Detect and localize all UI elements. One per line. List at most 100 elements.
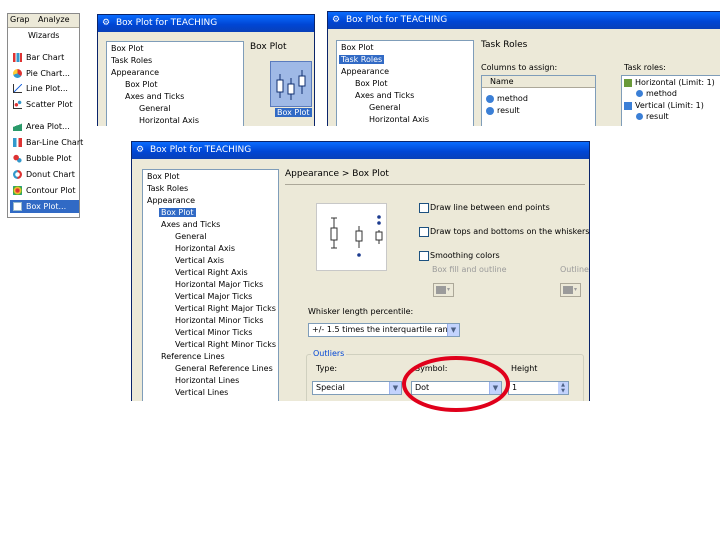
tree-item-general[interactable]: General bbox=[139, 104, 171, 114]
tree-item-appearance-box-plot[interactable]: Box Plot bbox=[125, 80, 158, 90]
outlier-height-spinner[interactable]: 1 ▲ ▼ bbox=[508, 381, 569, 395]
tree-item-appearance-box-plot[interactable]: Box Plot bbox=[355, 79, 388, 89]
color-swatch bbox=[563, 286, 573, 294]
tree-item-appearance[interactable]: Appearance bbox=[147, 196, 195, 206]
columns-to-assign-label: Columns to assign: bbox=[481, 63, 558, 72]
role-horizontal-value[interactable]: method bbox=[636, 89, 677, 98]
tree-item-box-plot[interactable]: Box Plot bbox=[111, 44, 144, 54]
menu-item-scatter-plot[interactable]: Scatter Plot bbox=[13, 100, 72, 110]
tree-item-appearance-box-plot[interactable]: Box Plot bbox=[159, 208, 196, 218]
tree-item-task-roles[interactable]: Task Roles bbox=[111, 56, 152, 66]
draw-tops-label: Draw tops and bottoms on the whiskers bbox=[430, 227, 590, 236]
tree-item-vertical-minor-ticks[interactable]: Vertical Minor Ticks bbox=[175, 328, 252, 338]
box-plot-thumbnail[interactable] bbox=[270, 61, 312, 107]
task-roles-list: Horizontal (Limit: 1) method Vertical (L… bbox=[621, 75, 720, 126]
tree-item-vertical-right-major-ticks[interactable]: Vertical Right Major Ticks bbox=[175, 304, 276, 314]
tree-item-reference-lines[interactable]: Reference Lines bbox=[161, 352, 225, 362]
tree-item-appearance[interactable]: Appearance bbox=[111, 68, 159, 78]
outlier-symbol-select[interactable]: Dot ▼ bbox=[411, 381, 502, 395]
sas-app-icon: ⚙ bbox=[102, 18, 111, 28]
chevron-down-icon: ▾ bbox=[447, 286, 451, 293]
sas-app-icon: ⚙ bbox=[136, 145, 145, 155]
tree-item-general[interactable]: General bbox=[175, 232, 207, 242]
column-item-result[interactable]: result bbox=[486, 106, 520, 115]
tree-item-box-plot[interactable]: Box Plot bbox=[147, 172, 180, 182]
menu-item-wizards[interactable]: Wizards bbox=[28, 31, 59, 41]
outlier-type-select[interactable]: Special ▼ bbox=[312, 381, 402, 395]
tree-item-horizontal-lines[interactable]: Horizontal Lines bbox=[175, 376, 239, 386]
menu-tab-graph[interactable]: Grap bbox=[10, 15, 29, 24]
tree-item-axes-ticks[interactable]: Axes and Ticks bbox=[161, 220, 220, 230]
column-header-name: Name bbox=[490, 77, 514, 86]
tree-item-horizontal-axis[interactable]: Horizontal Axis bbox=[139, 116, 199, 126]
tree-item-general-reference-lines[interactable]: General Reference Lines bbox=[175, 364, 273, 374]
tree-item-appearance[interactable]: Appearance bbox=[341, 67, 389, 77]
breadcrumb-divider bbox=[285, 184, 585, 185]
tree-item-axes-ticks[interactable]: Axes and Ticks bbox=[355, 91, 414, 101]
dialog-c-title: Box Plot for TEACHING bbox=[150, 145, 252, 155]
spinner-arrows-icon: ▲ ▼ bbox=[558, 382, 568, 394]
box-plot-preview-graphic bbox=[330, 215, 383, 257]
tree-item-vertical-axis[interactable]: Vertical Axis bbox=[175, 256, 224, 266]
bar-chart-icon bbox=[13, 53, 22, 62]
tree-item-general[interactable]: General bbox=[369, 103, 401, 113]
tree-item-task-roles[interactable]: Task Roles bbox=[339, 55, 385, 65]
tree-item-box-plot[interactable]: Box Plot bbox=[341, 43, 374, 53]
dialog-a-tree: Box Plot Task Roles Appearance Box Plot … bbox=[106, 41, 244, 126]
draw-line-checkbox[interactable] bbox=[419, 203, 429, 213]
donut-chart-icon bbox=[13, 170, 22, 179]
dialog-b-tree: Box Plot Task Roles Appearance Box Plot … bbox=[336, 40, 474, 126]
box-plot-thumbnail-graphic bbox=[276, 70, 306, 100]
columns-list-header[interactable]: Name bbox=[482, 76, 595, 88]
sas-app-icon: ⚙ bbox=[332, 15, 341, 25]
dialog-a-titlebar[interactable]: ⚙ Box Plot for TEACHING bbox=[98, 15, 314, 32]
chevron-down-icon: ▼ bbox=[389, 382, 401, 394]
menu-item-bubble-plot[interactable]: Bubble Plot bbox=[13, 154, 71, 164]
scatter-plot-icon bbox=[13, 100, 22, 109]
bubble-plot-icon bbox=[13, 154, 22, 163]
draw-tops-checkbox[interactable] bbox=[419, 227, 429, 237]
tree-item-horizontal-major-ticks[interactable]: Horizontal Major Ticks bbox=[175, 280, 263, 290]
whisker-length-select[interactable]: +/- 1.5 times the interquartile range ▼ bbox=[308, 323, 460, 337]
tree-item-vertical-lines[interactable]: Vertical Lines bbox=[175, 388, 228, 398]
menu-tab-analyze[interactable]: Analyze bbox=[38, 15, 70, 24]
menu-item-line-plot[interactable]: Line Plot... bbox=[13, 84, 68, 94]
menu-item-contour-plot[interactable]: Contour Plot bbox=[13, 186, 76, 196]
tree-item-horizontal-axis[interactable]: Horizontal Axis bbox=[175, 244, 235, 254]
role-vertical-value[interactable]: result bbox=[636, 112, 669, 121]
color-swatch bbox=[436, 286, 446, 294]
dialog-c-titlebar[interactable]: ⚙ Box Plot for TEACHING bbox=[132, 142, 589, 159]
menu-tab-strip: Grap Analyze bbox=[8, 14, 79, 28]
task-roles-label: Task roles: bbox=[624, 63, 666, 72]
menu-item-bar-chart[interactable]: Bar Chart bbox=[13, 53, 64, 63]
whisker-length-label: Whisker length percentile: bbox=[308, 307, 414, 316]
tree-item-horizontal-minor-ticks[interactable]: Horizontal Minor Ticks bbox=[175, 316, 263, 326]
box-fill-color-button[interactable]: ▾ bbox=[433, 283, 454, 297]
role-horizontal[interactable]: Horizontal (Limit: 1) bbox=[624, 78, 715, 87]
menu-item-donut-chart[interactable]: Donut Chart bbox=[13, 170, 75, 180]
dialog-a-title: Box Plot for TEACHING bbox=[116, 18, 218, 28]
outline-color-button[interactable]: ▾ bbox=[560, 283, 581, 297]
menu-item-pie-chart[interactable]: Pie Chart... bbox=[13, 69, 70, 79]
tree-item-task-roles[interactable]: Task Roles bbox=[147, 184, 188, 194]
tree-item-vertical-major-ticks[interactable]: Vertical Major Ticks bbox=[175, 292, 252, 302]
menu-item-area-plot[interactable]: Area Plot... bbox=[13, 122, 70, 132]
tree-item-horizontal-axis[interactable]: Horizontal Axis bbox=[369, 115, 429, 125]
tree-item-axes-ticks[interactable]: Axes and Ticks bbox=[125, 92, 184, 102]
menu-item-box-plot[interactable]: Box Plot... bbox=[10, 200, 79, 213]
tree-item-vertical-right-minor-ticks[interactable]: Vertical Right Minor Ticks bbox=[175, 340, 276, 350]
smoothing-colors-label: Smoothing colors bbox=[430, 251, 500, 260]
tree-item-vertical-right-axis[interactable]: Vertical Right Axis bbox=[175, 268, 248, 278]
draw-line-label: Draw line between end points bbox=[430, 203, 550, 212]
role-icon bbox=[624, 101, 632, 110]
dialog-b-titlebar[interactable]: ⚙ Box Plot for TEACHING bbox=[328, 12, 720, 29]
outliers-group-label: Outliers bbox=[311, 349, 347, 358]
box-plot-icon bbox=[13, 202, 22, 211]
column-variable-icon bbox=[636, 90, 643, 97]
role-vertical[interactable]: Vertical (Limit: 1) bbox=[624, 101, 704, 110]
smoothing-colors-checkbox[interactable] bbox=[419, 251, 429, 261]
graph-menu-panel: Grap Analyze Wizards Bar Chart Pie Chart… bbox=[7, 13, 83, 218]
line-plot-icon bbox=[13, 84, 22, 93]
menu-item-bar-line-chart[interactable]: Bar-Line Chart bbox=[13, 138, 83, 148]
column-item-method[interactable]: method bbox=[486, 94, 528, 103]
